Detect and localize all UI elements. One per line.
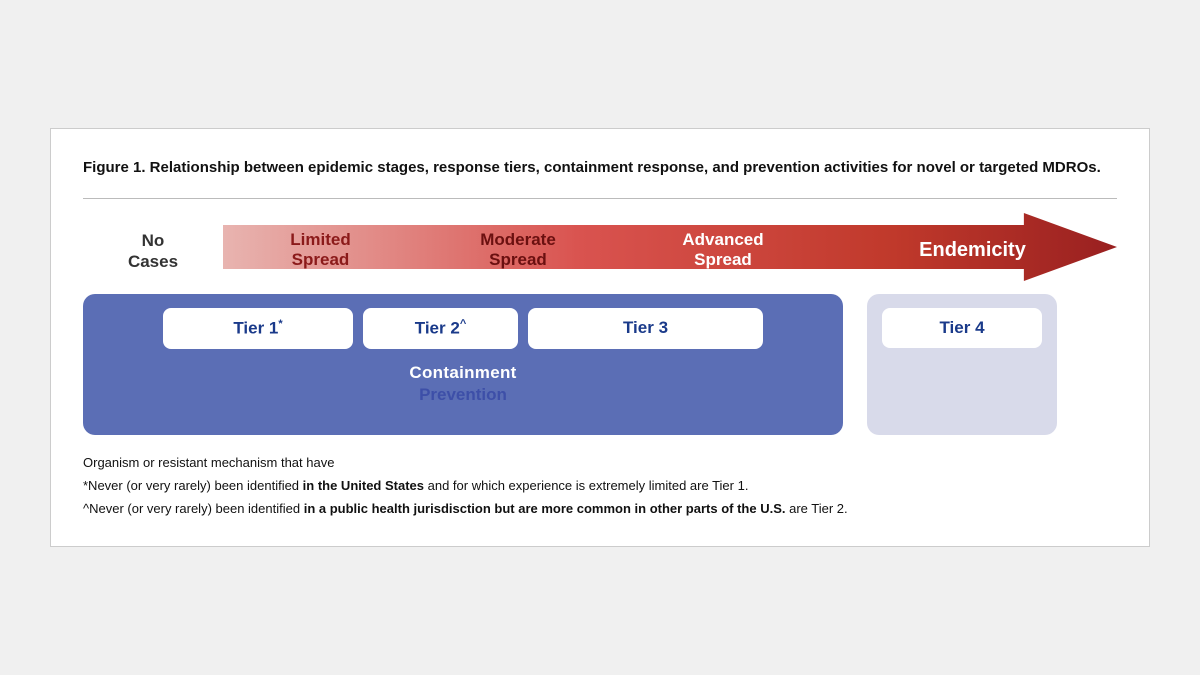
containment-block: Tier 1* Tier 2^ Tier 3 Containment Preve… [83,294,843,435]
tier1-sup: * [278,318,282,330]
prevention-label: Prevention [419,385,507,405]
footnote-line1-post: and for which experience is extremely li… [424,478,748,493]
tier3-box: Tier 3 [528,308,763,349]
footnote-line0: Organism or resistant mechanism that hav… [83,453,1117,474]
footnote-line1-pre: *Never (or very rarely) been identified [83,478,303,493]
tier1-box: Tier 1* [163,308,353,349]
stage-advanced-spread: Advanced Spread [682,222,763,269]
stage-no-cases: No Cases [83,223,223,272]
tier-boxes-row: Tier 1* Tier 2^ Tier 3 [95,308,831,349]
footnote-line1: *Never (or very rarely) been identified … [83,476,1117,497]
footnote-line2-pre: ^Never (or very rarely) been identified [83,501,304,516]
figure-title: Figure 1. Relationship between epidemic … [83,157,1117,178]
footnotes: Organism or resistant mechanism that hav… [83,453,1117,519]
figure-container: Figure 1. Relationship between epidemic … [50,128,1150,546]
divider-line [83,198,1117,199]
containment-label: Containment [409,363,516,383]
stage-moderate-spread: Moderate Spread [480,222,556,269]
diagram-area: No Cases [83,213,1117,435]
footnote-line2-post: are Tier 2. [785,501,847,516]
tier4-block: Tier 4 [867,294,1057,435]
footnote-line2: ^Never (or very rarely) been identified … [83,499,1117,520]
footnote-line2-bold: in a public health jurisdisction but are… [304,501,786,516]
stage-limited-spread: Limited Spread [290,222,350,269]
tier2-sup: ^ [460,318,466,330]
tier4-box: Tier 4 [882,308,1042,348]
tier2-box: Tier 2^ [363,308,518,349]
footnote-line1-bold: in the United States [303,478,424,493]
stage-endemicity: Endemicity [919,231,1026,261]
